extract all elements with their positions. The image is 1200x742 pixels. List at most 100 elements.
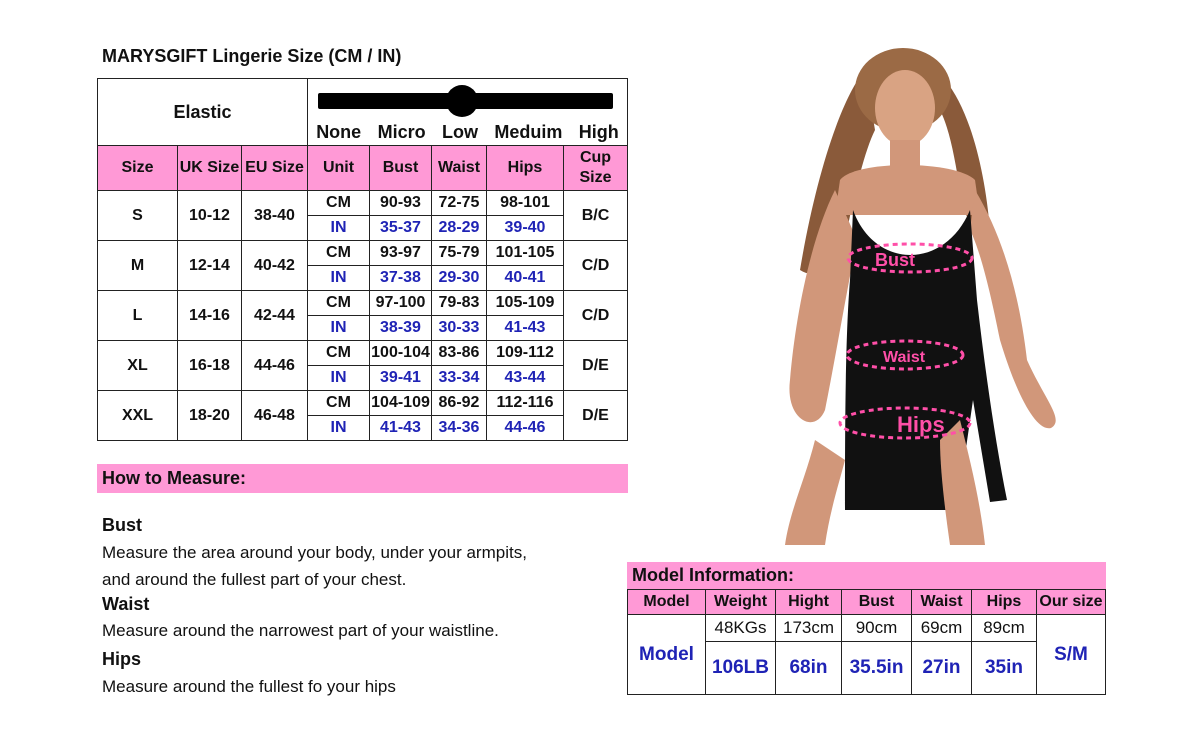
elastic-level-high: High [578, 122, 619, 142]
model-label: Model [627, 614, 706, 695]
bust-in-cell: 35-37 [369, 215, 432, 241]
size-cell: S [97, 190, 178, 241]
eu-size-cell: 46-48 [241, 390, 308, 441]
eu-size-cell: 42-44 [241, 290, 308, 341]
bust-cm-cell: 90-93 [369, 190, 432, 216]
model-weight-metric: 48KGs [705, 614, 776, 642]
bust-in-cell: 39-41 [369, 365, 432, 391]
waist-in-cell: 33-34 [431, 365, 487, 391]
header-uk-size: UK Size [177, 145, 242, 191]
model-weight-imperial: 106LB [705, 641, 776, 695]
hips-cm-cell: 112-116 [486, 390, 564, 416]
eu-size-cell: 40-42 [241, 240, 308, 291]
header-size: Size [97, 145, 178, 191]
cup-size-cell: C/D [563, 290, 628, 341]
elastic-indicator [446, 85, 478, 117]
model-height-imperial: 68in [775, 641, 842, 695]
eu-size-cell: 38-40 [241, 190, 308, 241]
model-bust-imperial: 35.5in [841, 641, 912, 695]
size-chart-table: Elastic None Micro Low Meduim High Size … [97, 78, 628, 441]
size-cell: M [97, 240, 178, 291]
unit-in-cell: IN [307, 365, 370, 391]
hips-cm-cell: 98-101 [486, 190, 564, 216]
model-info-table: Model Weight Hight Bust Waist Hips Our s… [627, 589, 1106, 695]
hips-heading: Hips [102, 649, 142, 669]
elastic-level-none: None [316, 122, 362, 142]
elastic-level-micro: Micro [377, 122, 426, 142]
uk-size-cell: 10-12 [177, 190, 242, 241]
unit-cm-cell: CM [307, 340, 370, 366]
header-unit: Unit [307, 145, 370, 191]
cup-size-cell: D/E [563, 390, 628, 441]
model-waist-metric: 69cm [911, 614, 972, 642]
waist-cm-cell: 79-83 [431, 290, 487, 316]
unit-cm-cell: CM [307, 290, 370, 316]
eu-size-cell: 44-46 [241, 340, 308, 391]
bust-instruction-line2: and around the fullest part of your ches… [102, 570, 407, 589]
model-info-heading: Model Information: [627, 562, 1106, 589]
unit-cm-cell: CM [307, 240, 370, 266]
hips-cm-cell: 109-112 [486, 340, 564, 366]
measure-instructions: Bust Measure the area around your body, … [102, 512, 527, 700]
header-waist: Waist [431, 145, 487, 191]
model-waist-imperial: 27in [911, 641, 972, 695]
bust-cm-cell: 100-104 [369, 340, 432, 366]
waist-in-cell: 29-30 [431, 265, 487, 291]
model-table-header: Model Weight Hight Bust Waist Hips Our s… [627, 589, 1106, 615]
page-title: MARYSGIFT Lingerie Size (CM / IN) [102, 46, 402, 66]
model-metric-row: Model 48KGs 173cm 90cm 69cm 89cm S/M [627, 614, 1106, 695]
unit-in-cell: IN [307, 415, 370, 441]
hips-photo-label: Hips [897, 412, 945, 437]
model-photo: Bust Waist Hips [785, 48, 1056, 545]
header-hips: Hips [971, 589, 1037, 615]
header-weight: Weight [705, 589, 776, 615]
waist-photo-label: Waist [883, 349, 926, 366]
elastic-level-low: Low [441, 122, 478, 142]
table-row: M 12-14 40-42 CM 93-97 75-79 101-105 C/D [97, 240, 628, 291]
table-row: XL 16-18 44-46 CM 100-104 83-86 109-112 … [97, 340, 628, 391]
header-cup-size: Cup Size [563, 145, 628, 191]
size-cell: XL [97, 340, 178, 391]
header-eu-size: EU Size [241, 145, 308, 191]
waist-cm-cell: 75-79 [431, 240, 487, 266]
unit-cm-cell: CM [307, 390, 370, 416]
uk-size-cell: 14-16 [177, 290, 242, 341]
model-bust-metric: 90cm [841, 614, 912, 642]
header-waist: Waist [911, 589, 972, 615]
how-to-measure-heading: How to Measure: [97, 464, 628, 493]
header-height: Hight [775, 589, 842, 615]
hips-instruction: Measure around the fullest fo your hips [102, 677, 396, 696]
waist-heading: Waist [102, 594, 150, 614]
header-bust: Bust [841, 589, 912, 615]
header-hips: Hips [486, 145, 564, 191]
cup-size-cell: B/C [563, 190, 628, 241]
hips-in-cell: 41-43 [486, 315, 564, 341]
hips-in-cell: 43-44 [486, 365, 564, 391]
table-row: S 10-12 38-40 CM 90-93 72-75 98-101 B/C [97, 190, 628, 241]
hips-in-cell: 39-40 [486, 215, 564, 241]
size-table-header: Size UK Size EU Size Unit Bust Waist Hip… [97, 145, 628, 191]
hips-cm-cell: 105-109 [486, 290, 564, 316]
size-cell: L [97, 290, 178, 341]
waist-in-cell: 30-33 [431, 315, 487, 341]
waist-cm-cell: 83-86 [431, 340, 487, 366]
elastic-label: Elastic [173, 101, 232, 122]
bust-instruction-line1: Measure the area around your body, under… [102, 543, 527, 562]
waist-instruction: Measure around the narrowest part of you… [102, 621, 499, 640]
uk-size-cell: 18-20 [177, 390, 242, 441]
unit-in-cell: IN [307, 265, 370, 291]
model-our-size: S/M [1036, 614, 1106, 695]
elastic-level-medium: Meduim [494, 122, 563, 142]
unit-in-cell: IN [307, 215, 370, 241]
cup-size-cell: D/E [563, 340, 628, 391]
waist-cm-cell: 86-92 [431, 390, 487, 416]
bust-photo-label: Bust [875, 250, 915, 270]
header-our-size: Our size [1036, 589, 1106, 615]
unit-cm-cell: CM [307, 190, 370, 216]
bust-in-cell: 38-39 [369, 315, 432, 341]
model-hips-imperial: 35in [971, 641, 1037, 695]
size-cell: XXL [97, 390, 178, 441]
bust-cm-cell: 104-109 [369, 390, 432, 416]
header-model: Model [627, 589, 706, 615]
waist-cm-cell: 72-75 [431, 190, 487, 216]
